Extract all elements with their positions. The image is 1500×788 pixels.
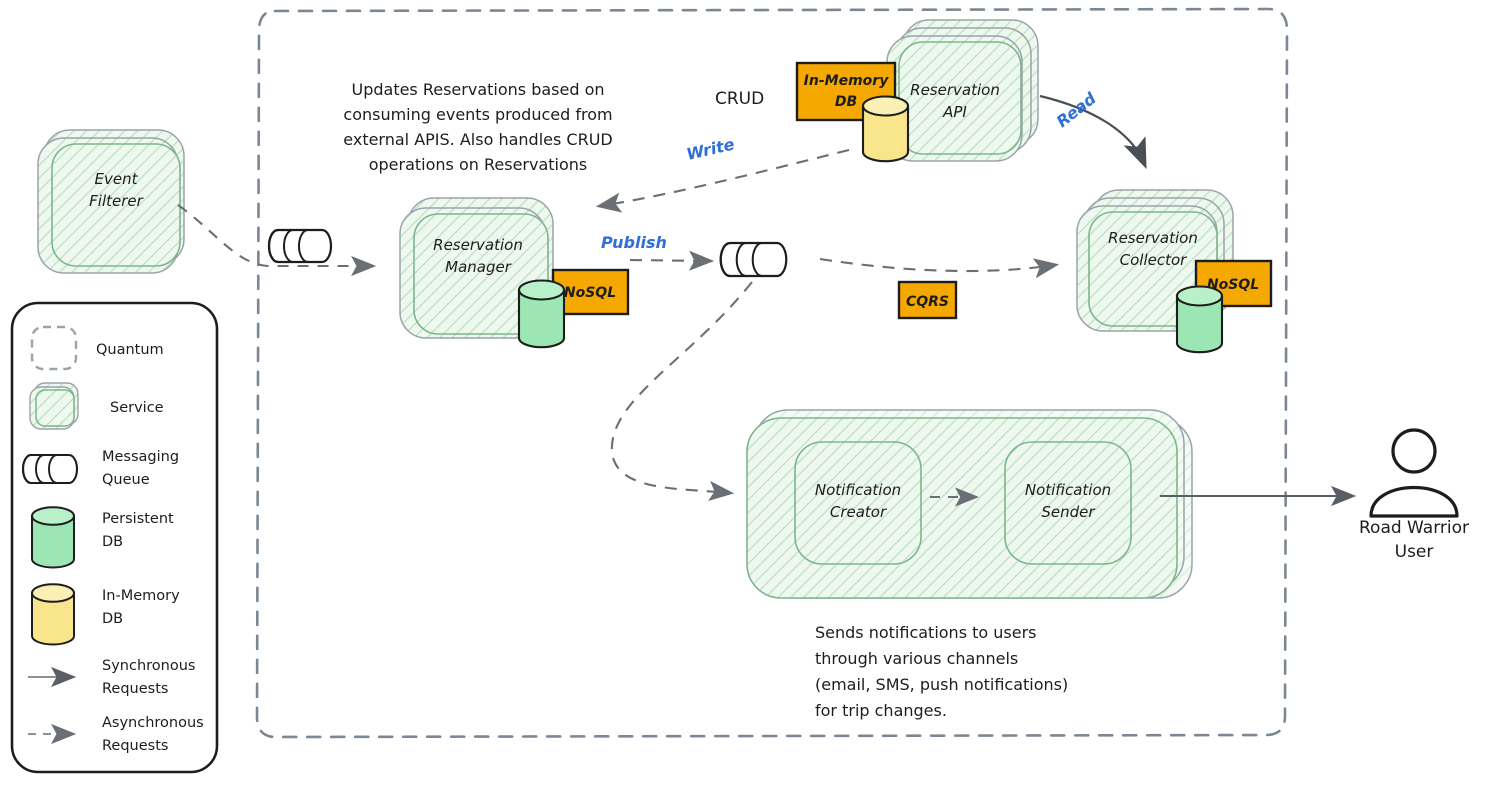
node-label: Notification [1025, 481, 1111, 499]
user-label: Road Warrior [1359, 518, 1469, 538]
legend-label: DB [102, 611, 123, 627]
in-memory-db-api-icon [861, 95, 910, 163]
annotation-line: operations on Reservations [369, 155, 588, 174]
node-notification-creator[interactable]: Notification Creator [794, 441, 922, 565]
label-publish: Publish [601, 233, 667, 252]
node-label: Reservation [1108, 229, 1198, 247]
node-label: Filterer [89, 192, 143, 210]
diagram-canvas: Event Filterer Reservation Manager NoSQL [0, 0, 1500, 788]
node-label: Sender [1041, 503, 1095, 521]
annotation-notification-note: Sends notifications to users through var… [815, 623, 1068, 720]
annotation-line: (email, SMS, push notifications) [815, 675, 1068, 694]
node-label: Event [95, 170, 139, 188]
legend-label: Persistent [102, 511, 174, 527]
label-read: Read [1053, 88, 1100, 131]
annotation-line: external APIS. Also handles CRUD [343, 130, 612, 149]
node-label: Reservation [433, 236, 523, 254]
messaging-queue-2-icon[interactable] [719, 241, 788, 278]
diagram-svg: Event Filterer Reservation Manager NoSQL [10, 7, 1469, 774]
badge-label: CQRS [906, 294, 949, 310]
node-label: Creator [830, 503, 887, 521]
node-label: Collector [1120, 251, 1188, 269]
legend-label: Synchronous [102, 658, 195, 674]
edge-write [595, 148, 850, 213]
badge-label: DB [835, 94, 857, 110]
legend-label: Asynchronous [102, 715, 204, 731]
user-label: User [1395, 542, 1434, 562]
legend-panel: Quantum Service Messaging Queue Persiste… [10, 301, 219, 774]
node-notification-service[interactable]: Notification Creator Notification Sender [746, 409, 1193, 599]
legend-label: Messaging [102, 449, 179, 465]
node-event-filterer[interactable]: Event Filterer [37, 129, 185, 274]
node-label: Notification [815, 481, 901, 499]
legend-label: Service [110, 400, 164, 416]
node-label: Reservation [910, 81, 1000, 99]
persistent-db-collector-icon [1175, 285, 1224, 354]
messaging-queue-1-icon[interactable] [267, 228, 333, 264]
edge-publish [629, 250, 715, 271]
node-notification-sender[interactable]: Notification Sender [1004, 441, 1132, 565]
badge-label: NoSQL [564, 285, 616, 301]
annotation-line: Sends notifications to users [815, 623, 1037, 642]
legend-label: In-Memory [102, 588, 180, 604]
annotation-line: for trip changes. [815, 701, 947, 720]
annotation-manager-note: Updates Reservations based on consuming … [343, 80, 612, 174]
node-reservation-api[interactable]: Reservation API [886, 19, 1039, 162]
node-label: Manager [445, 258, 512, 276]
node-label: API [942, 103, 967, 121]
badge-cqrs: CQRS [897, 280, 958, 320]
edge-queue-to-notification [610, 281, 753, 501]
edge-queue-to-collector [819, 257, 1060, 279]
badge-label: In-Memory [804, 73, 890, 89]
annotation-line: consuming events produced from [343, 105, 612, 124]
label-write: Write [685, 134, 737, 163]
label-crud: CRUD [715, 89, 764, 109]
legend-label: DB [102, 534, 123, 550]
legend-label: Requests [102, 681, 168, 697]
persistent-db-manager-icon [517, 279, 566, 349]
legend-label: Queue [102, 472, 150, 488]
road-warrior-user-icon [1369, 428, 1459, 518]
annotation-line: Updates Reservations based on [351, 80, 604, 99]
annotation-line: through various channels [815, 649, 1018, 668]
legend-label: Quantum [96, 342, 164, 358]
legend-label: Requests [102, 738, 168, 754]
